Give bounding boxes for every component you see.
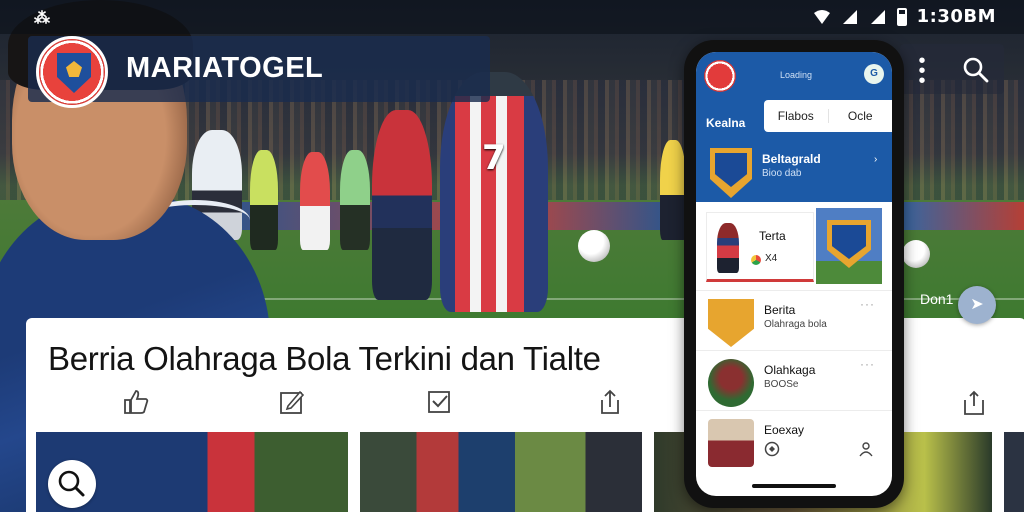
- list-item[interactable]: Olahkaga BOOSe ···: [696, 350, 892, 410]
- user-icon[interactable]: [858, 441, 874, 457]
- edit-icon[interactable]: [278, 388, 306, 416]
- like-icon[interactable]: [122, 388, 150, 416]
- shield-icon: [57, 53, 91, 93]
- player-avatar: [708, 359, 754, 407]
- status-time: 1:30BM: [916, 6, 996, 27]
- phone-header: Loading G Kealna Flabos Ocle Beltagrald …: [696, 52, 892, 202]
- phone-section-label: Kealna: [706, 116, 746, 130]
- player-figure: [660, 140, 686, 240]
- phone-tabs: Flabos Ocle: [764, 100, 892, 132]
- chevron-right-icon[interactable]: ›: [874, 154, 877, 165]
- player-figure: [340, 150, 370, 250]
- search-icon[interactable]: [962, 56, 990, 84]
- share-icon[interactable]: [596, 388, 624, 416]
- bookmark-share-icon[interactable]: [962, 390, 986, 416]
- brand-logo[interactable]: [36, 36, 108, 108]
- status-icons: 1:30BM: [813, 6, 996, 27]
- ball-icon: [764, 441, 780, 457]
- club-crest-icon: [708, 299, 754, 347]
- soccer-ball: [578, 230, 610, 262]
- list-item-title: Eoexay: [764, 423, 805, 437]
- battery-icon: [896, 7, 907, 26]
- signal-icon: [870, 9, 885, 24]
- wifi-icon: [813, 9, 830, 24]
- feature-title: Terta: [759, 229, 786, 243]
- phone-profile-icon[interactable]: G: [864, 64, 884, 84]
- side-label: Don1: [920, 291, 954, 307]
- player-avatar: [708, 419, 754, 467]
- app-indicator-icon: ⁂: [34, 10, 50, 27]
- ball-icon: [751, 255, 761, 265]
- tab-flabos[interactable]: Flabos: [764, 109, 828, 123]
- search-button[interactable]: [48, 460, 96, 508]
- signal-icon: [842, 9, 857, 24]
- club-crest-icon: [710, 148, 752, 198]
- tab-ocle[interactable]: Ocle: [827, 109, 893, 123]
- home-indicator[interactable]: [752, 484, 836, 488]
- app-screen: 7 ⁂ 1:30BM MARIATOGEL • • • Berria Olahra: [0, 0, 1024, 512]
- feature-meta: X4: [765, 253, 778, 264]
- navigate-button[interactable]: ➤: [958, 286, 996, 324]
- more-horiz-icon[interactable]: ···: [860, 297, 875, 311]
- club-subtitle: Bioo dab: [762, 168, 802, 179]
- phone-logo-icon: [704, 60, 736, 92]
- phone-screen: Loading G Kealna Flabos Ocle Beltagrald …: [696, 52, 892, 496]
- article-headline[interactable]: Berria Olahraga Bola Terkini dan Tialte: [48, 340, 601, 378]
- article-thumbnail[interactable]: [1004, 432, 1024, 512]
- article-thumbnail[interactable]: [360, 432, 642, 512]
- player-figure: [372, 110, 432, 300]
- list-item[interactable]: Berita Olahraga bola ···: [696, 290, 892, 350]
- list-item-subtitle: BOOSe: [764, 379, 799, 390]
- club-title: Beltagrald: [762, 152, 821, 166]
- brand-name: MARIATOGEL: [126, 52, 324, 84]
- feature-card[interactable]: Terta X4: [706, 212, 814, 282]
- status-bar: ⁂ 1:30BM: [0, 0, 1024, 34]
- search-icon: [58, 470, 85, 497]
- list-item-title: Berita: [764, 303, 796, 317]
- phone-top-label: Loading: [780, 70, 813, 80]
- list-item-subtitle: Olahraga bola: [764, 319, 827, 330]
- more-vert-icon[interactable]: • • •: [916, 51, 928, 91]
- more-horiz-icon[interactable]: ···: [860, 357, 875, 371]
- phone-mockup: Loading G Kealna Flabos Ocle Beltagrald …: [684, 40, 904, 508]
- soccer-ball: [902, 240, 930, 268]
- list-item[interactable]: Eoexay: [696, 410, 892, 470]
- checkbox-icon[interactable]: [426, 388, 454, 416]
- list-item-title: Olahkaga: [764, 363, 816, 377]
- jersey-number: 7: [482, 138, 506, 178]
- player-figure-striker: 7: [440, 72, 548, 312]
- player-thumbnail: [717, 223, 739, 273]
- navigation-arrow-icon: ➤: [970, 296, 984, 313]
